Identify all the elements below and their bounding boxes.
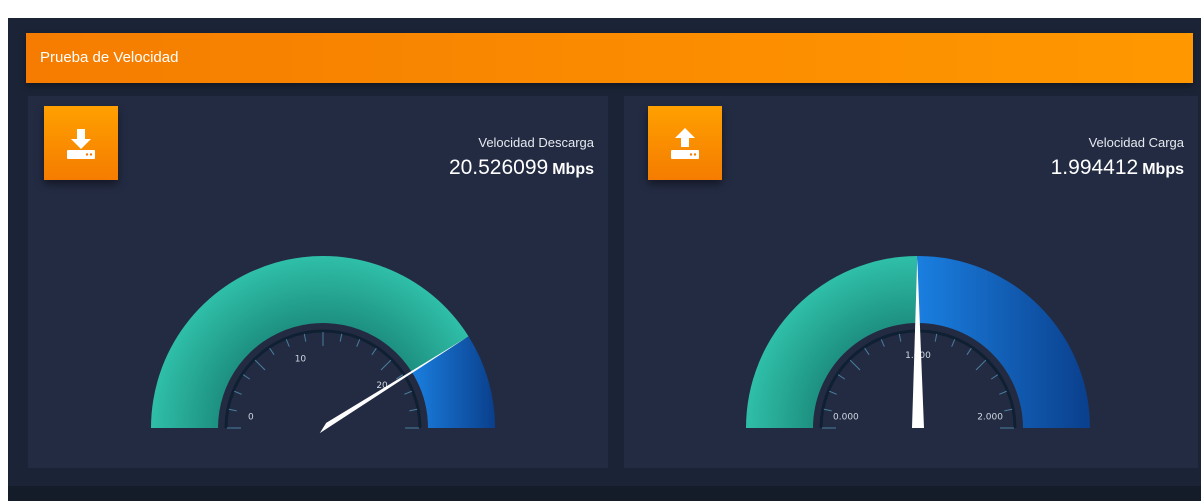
upload-tick [829, 390, 837, 395]
panel-header: Prueba de Velocidad [26, 33, 1193, 83]
upload-tick [999, 390, 1007, 395]
panel-footer [8, 486, 1201, 501]
speedtest-panel: Prueba de Velocidad Velocidad Descarga 2… [8, 18, 1201, 501]
download-tick [285, 339, 290, 347]
upload-tick [1004, 408, 1013, 412]
upload-gauge-remaining [917, 256, 1090, 428]
download-tick [380, 359, 392, 371]
upload-tick [975, 359, 987, 371]
upload-gauge-fill [746, 256, 918, 428]
download-gauge: 01020 [151, 255, 495, 434]
download-tick-label: 10 [295, 355, 307, 365]
upload-tick [898, 333, 902, 342]
download-tick [303, 333, 307, 342]
upload-tick [951, 339, 956, 347]
download-tick [234, 390, 242, 395]
upload-card: Velocidad Carga 1.994412Mbps 0.0001.0002… [624, 96, 1198, 468]
download-tick [409, 408, 418, 412]
upload-tick [864, 347, 870, 356]
download-tick [242, 374, 251, 380]
upload-tick-label: 2.000 [977, 413, 1003, 423]
upload-tick [990, 374, 999, 380]
download-tick [371, 347, 377, 356]
download-tick [269, 347, 275, 356]
download-tick-label: 0 [248, 413, 254, 423]
download-tick [228, 408, 237, 412]
panel-title: Prueba de Velocidad [40, 49, 179, 66]
download-tick [254, 359, 266, 371]
upload-gauge: 0.0001.0002.000 [746, 256, 1090, 429]
download-tick [339, 333, 343, 342]
upload-tick [966, 347, 972, 356]
download-tick [356, 339, 361, 347]
upload-tick [849, 359, 861, 371]
upload-tick [934, 333, 938, 342]
upload-tick [823, 408, 832, 412]
upload-tick [880, 339, 885, 347]
upload-tick [837, 374, 846, 380]
download-card: Velocidad Descarga 20.526099 Mbps 0 10 20 [28, 96, 608, 468]
download-tick [404, 390, 412, 395]
upload-tick-label: 0.000 [833, 413, 859, 423]
download-gauge-fill [151, 255, 469, 428]
